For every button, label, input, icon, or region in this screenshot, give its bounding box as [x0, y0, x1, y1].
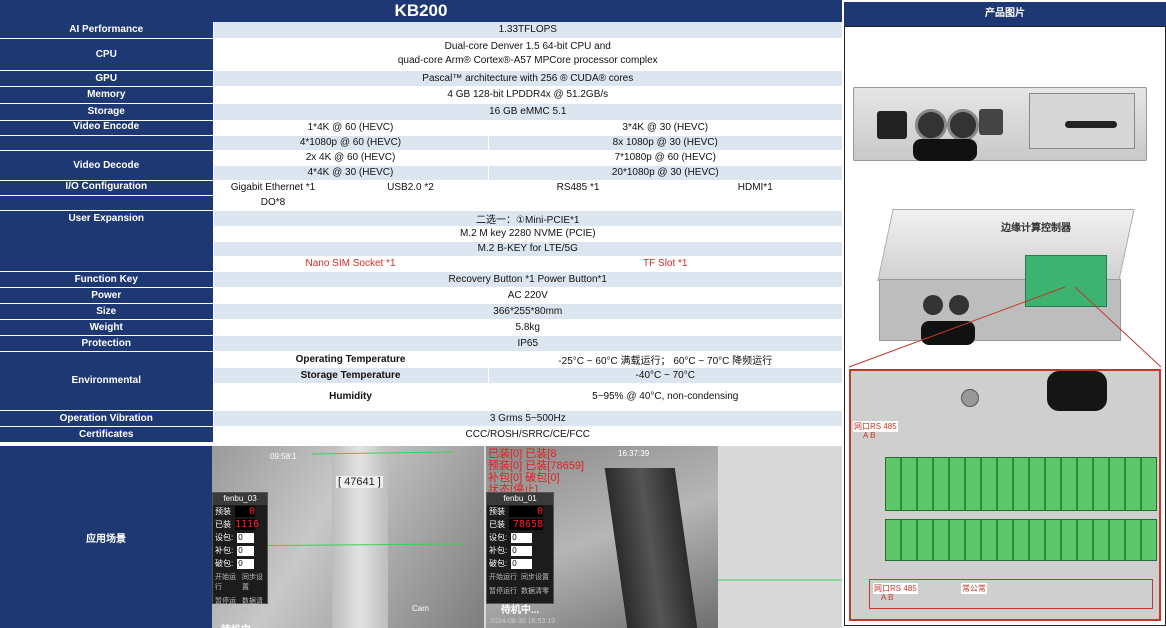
storage-label: Storage [0, 103, 213, 121]
io-ethernet: Gigabit Ethernet *1 [212, 180, 333, 196]
op-temp-value: -25°C ~ 60°C 满载运行； 60°C ~ 70°C 降频运行 [487, 351, 843, 368]
gpu-value: Pascal™ architecture with 256 ® CUDA® co… [212, 70, 843, 87]
vibration-row: Operation Vibration 3 Grms 5~500Hz [0, 410, 843, 427]
cpu-line1: Dual-core Denver 1.5 64-bit CPU and [444, 41, 611, 52]
io-hdmi: HDMI*1 [667, 180, 843, 196]
cert-row: Certificates CCC/ROSH/SRRC/CE/FCC [0, 426, 843, 443]
terminal-row-top [885, 457, 1157, 511]
power-label: Power [0, 287, 213, 304]
weight-row: Weight 5.8kg [0, 319, 843, 336]
cpu-value: Dual-core Denver 1.5 64-bit CPU and quad-… [212, 38, 843, 71]
ai-row: AI Performance 1.33TFLOPS [0, 22, 843, 39]
st-temp-value: -40°C ~ 70°C [487, 367, 843, 384]
encode-row-1: Video Encode 1*4K @ 60 (HEVC) 3*4K @ 30 (… [0, 120, 843, 136]
fk-row: Function Key Recovery Button *1 Power But… [0, 271, 843, 288]
ue-label: User Expansion [0, 210, 213, 272]
screw-icon [961, 389, 979, 407]
product-photo-panel: 边缘计算控制器 网口RS 485 A B 网口RS 485 A B 常公常 [844, 26, 1166, 626]
guide-lines [718, 579, 842, 581]
cpu-row: CPU Dual-core Denver 1.5 64-bit CPU and q… [0, 38, 843, 71]
io-row-2: DO*8 [0, 195, 843, 211]
encode-r1c1: 1*4K @ 60 (HEVC) [212, 120, 488, 136]
io-label-spacer [0, 195, 213, 211]
weight-label: Weight [0, 319, 213, 336]
ue-m2-b: M.2 B-KEY for LTE/5G [212, 241, 843, 257]
humidity-value: 5~95% @ 40°C, non-condensing [487, 383, 843, 411]
fk-label: Function Key [0, 271, 213, 288]
power-value: AC 220V [212, 287, 843, 304]
env-row-1: Environmental Operating Temperature -25°C… [0, 351, 843, 411]
io-rs485: RS485 *1 [487, 180, 668, 196]
memory-label: Memory [0, 86, 213, 104]
decode-r1c1: 2x 4K @ 60 (HEVC) [212, 150, 488, 166]
env-label: Environmental [0, 351, 213, 411]
decode-row-1: Video Decode 2x 4K @ 60 (HEVC) 7*1080p @ … [0, 150, 843, 181]
decode-r1c2: 7*1080p @ 60 (HEVC) [487, 150, 843, 166]
encode-label: Video Encode [0, 120, 213, 136]
vibration-label: Operation Vibration [0, 410, 213, 427]
fk-value: Recovery Button *1 Power Button*1 [212, 271, 843, 288]
encode-r2c2: 8x 1080p @ 30 (HEVC) [487, 135, 843, 151]
ue-tf: TF Slot *1 [487, 256, 843, 272]
encode-label-spacer [0, 135, 213, 151]
vibration-value: 3 Grms 5~500Hz [212, 410, 843, 427]
memory-value: 4 GB 128-bit LPDDR4x @ 51.2GB/s [212, 86, 843, 104]
cpu-line2: quad-core Arm® Cortex®-A57 MPCore proces… [397, 55, 658, 66]
encode-r1c2: 3*4K @ 30 (HEVC) [487, 120, 843, 136]
storage-row: Storage 16 GB eMMC 5.1 [0, 103, 843, 121]
io-label: I/O Configuration [0, 180, 213, 196]
decode-label: Video Decode [0, 150, 213, 181]
decode-r2c1: 4*4K @ 30 (HEVC) [212, 165, 488, 181]
op-temp-label: Operating Temperature [212, 351, 488, 368]
io-empty [332, 195, 843, 211]
terminal-row-bottom [885, 519, 1157, 561]
weight-value: 5.8kg [212, 319, 843, 336]
st-temp-label: Storage Temperature [212, 367, 488, 384]
size-label: Size [0, 303, 213, 320]
protection-row: Protection IP65 [0, 335, 843, 352]
cpu-label: CPU [0, 38, 213, 71]
protection-label: Protection [0, 335, 213, 352]
cap-icon [1047, 371, 1107, 411]
size-row: Size 366*255*80mm [0, 303, 843, 320]
photo-header: 产品图片 [844, 2, 1166, 26]
ue-sim: Nano SIM Socket *1 [212, 256, 488, 272]
humidity-label: Humidity [212, 383, 488, 411]
ue-row-1: User Expansion 二选一：①Mini-PCIE*1 [0, 210, 843, 272]
terminal-closeup: 网口RS 485 A B 网口RS 485 A B 常公常 [849, 369, 1161, 621]
io-do: DO*8 [212, 195, 333, 211]
io-usb: USB2.0 *2 [332, 180, 488, 196]
gpu-label: GPU [0, 70, 213, 87]
cert-label: Certificates [0, 426, 213, 443]
encode-r2c1: 4*1080p @ 60 (HEVC) [212, 135, 488, 151]
title-row: KB200 [0, 0, 843, 22]
storage-value: 16 GB eMMC 5.1 [212, 103, 843, 121]
ai-label: AI Performance [0, 22, 213, 39]
decode-r2c2: 20*1080p @ 30 (HEVC) [487, 165, 843, 181]
scene-area: 09:58:1 [ 47641 ] Cam fenbu_03 预装 0 已装 111… [212, 446, 842, 628]
ai-value: 1.33TFLOPS [212, 22, 843, 39]
memory-row: Memory 4 GB 128-bit LPDDR4x @ 51.2GB/s [0, 86, 843, 104]
power-row: Power AC 220V [0, 287, 843, 304]
ue-m2-m: M.2 M key 2280 NVME (PCIE) [212, 226, 843, 242]
scene-label: 应用场景 [0, 446, 212, 628]
size-value: 366*255*80mm [212, 303, 843, 320]
gpu-row: GPU Pascal™ architecture with 256 ® CUDA®… [0, 70, 843, 87]
terminal-bracket-bottom [869, 579, 1153, 609]
encode-row-2: 4*1080p @ 60 (HEVC) 8x 1080p @ 30 (HEVC) [0, 135, 843, 151]
spec-table: KB200 AI Performance 1.33TFLOPS CPU Dual-… [0, 0, 843, 443]
cert-value: CCC/ROSH/SRRC/CE/FCC [212, 426, 843, 443]
ue-mini-pcie: 二选一：①Mini-PCIE*1 [212, 210, 843, 227]
terminal-top-ab: A B [863, 431, 876, 440]
product-title: KB200 [0, 0, 843, 22]
protection-value: IP65 [212, 335, 843, 352]
io-row-1: I/O Configuration Gigabit Ethernet *1 USB… [0, 180, 843, 196]
